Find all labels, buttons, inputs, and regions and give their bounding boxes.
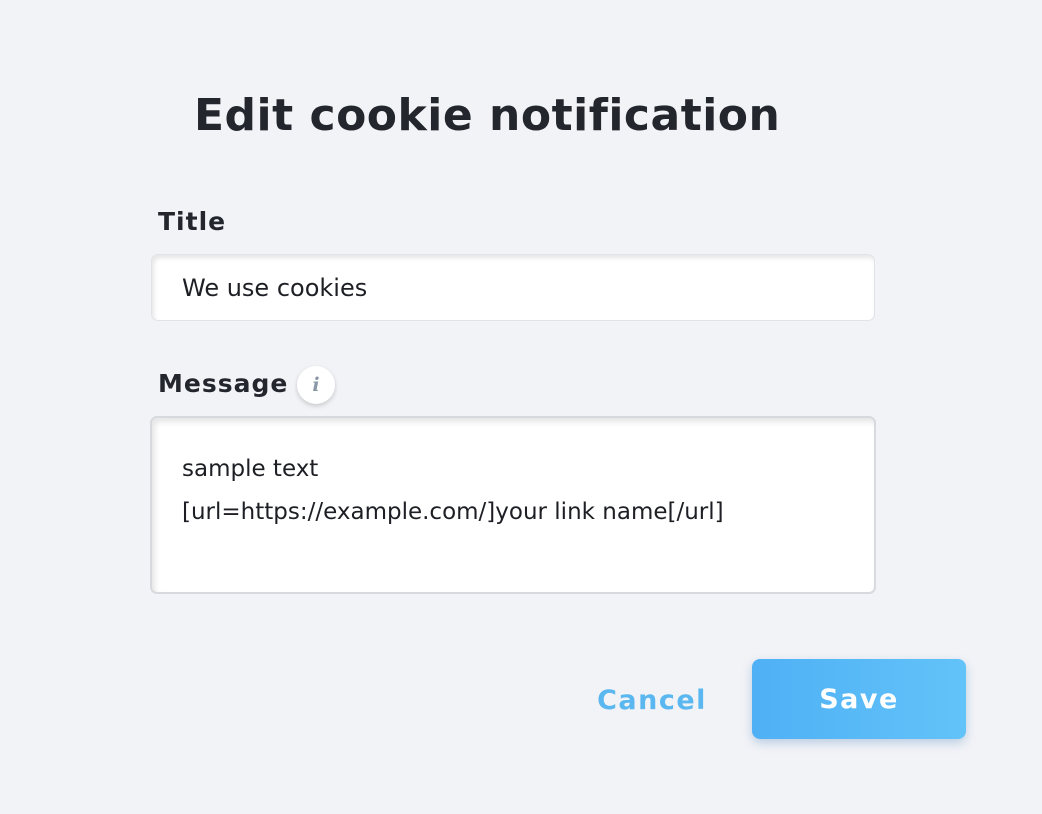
title-input-value: We use cookies <box>182 273 368 302</box>
message-textarea[interactable]: sample text [url=https://example.com/]yo… <box>150 416 876 594</box>
info-icon-glyph: i <box>312 373 320 396</box>
cancel-button[interactable]: Cancel <box>590 678 714 722</box>
message-label: Message <box>158 369 289 398</box>
save-button[interactable]: Save <box>752 659 966 739</box>
info-icon[interactable]: i <box>297 366 335 404</box>
title-input[interactable]: We use cookies <box>151 254 875 321</box>
message-line: [url=https://example.com/]your link name… <box>182 499 724 525</box>
message-line: sample text <box>182 456 319 482</box>
title-label: Title <box>158 207 227 236</box>
page-title: Edit cookie notification <box>194 90 781 141</box>
